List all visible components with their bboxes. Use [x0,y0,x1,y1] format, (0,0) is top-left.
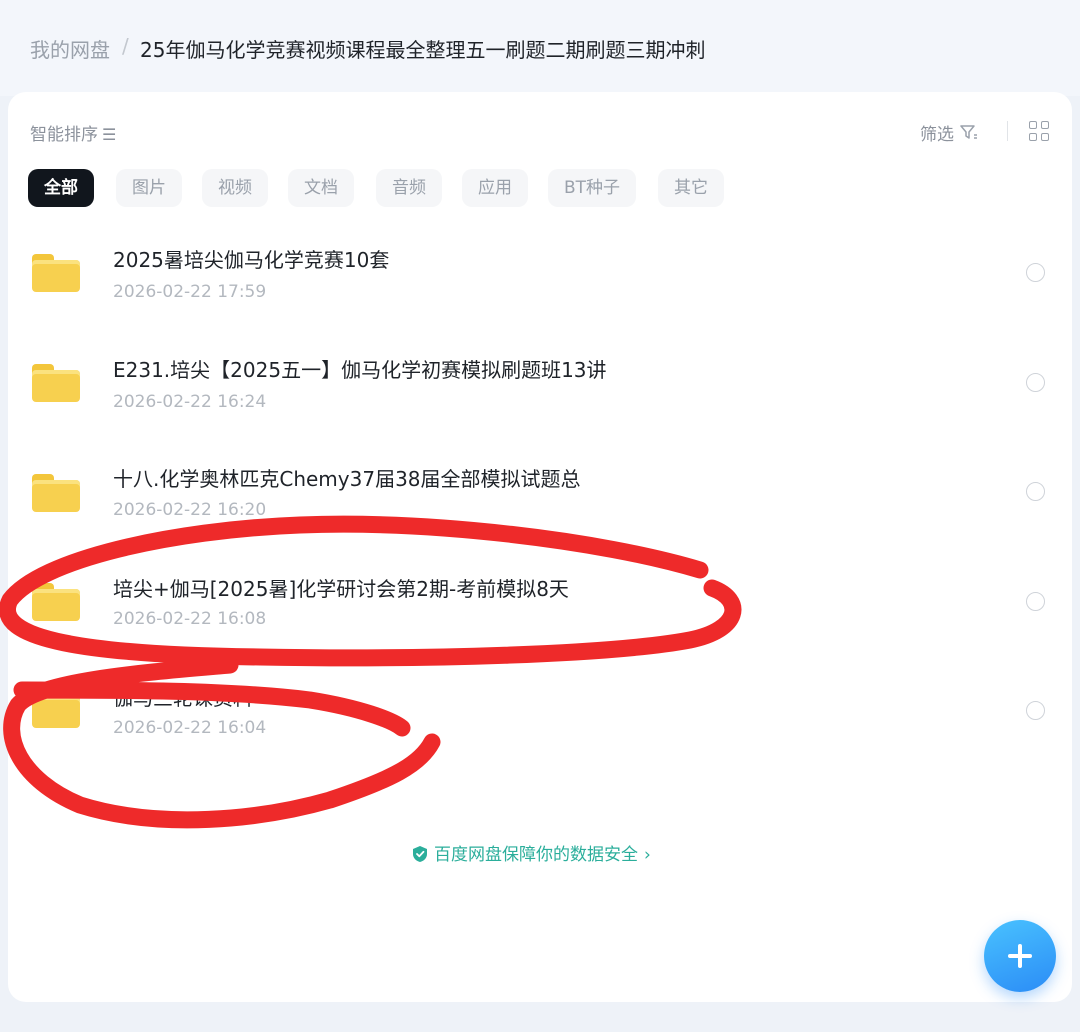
file-date: 2026-02-22 16:20 [113,500,267,520]
chevron-right-icon: › [644,845,651,865]
sort-label: 智能排序 [30,125,98,145]
tab-apps[interactable]: 应用 [462,169,528,207]
security-text: 百度网盘保障你的数据安全 [434,845,638,865]
file-date: 2026-02-22 17:59 [113,282,267,302]
folder-icon [32,583,80,621]
file-name: E231.培尖【2025五一】伽马化学初赛模拟刷题班13讲 [113,358,607,382]
folder-icon [32,364,80,402]
add-button[interactable] [984,920,1056,992]
file-name: 2025暑培尖伽马化学竞赛10套 [113,248,390,272]
file-row[interactable]: 2025暑培尖伽马化学竞赛10套 2026-02-22 17:59 [8,220,1072,328]
file-date: 2026-02-22 16:24 [113,392,267,412]
tab-images[interactable]: 图片 [116,169,182,207]
tab-others[interactable]: 其它 [658,169,724,207]
file-row[interactable]: E231.培尖【2025五一】伽马化学初赛模拟刷题班13讲 2026-02-22… [8,330,1072,438]
filter-icon [960,125,977,139]
select-radio[interactable] [1026,592,1045,611]
tab-documents[interactable]: 文档 [288,169,354,207]
breadcrumb-current: 25年伽马化学竞赛视频课程最全整理五一刷题二期刷题三期冲刺 [140,38,706,62]
filter-button[interactable]: 筛选 [920,120,978,145]
folder-icon [32,690,80,728]
file-date: 2026-02-22 16:08 [113,609,267,629]
select-radio[interactable] [1026,482,1045,501]
folder-icon [32,474,80,512]
select-radio[interactable] [1026,701,1045,720]
select-radio[interactable] [1026,373,1045,392]
filter-label: 筛选 [920,125,954,145]
folder-icon [32,254,80,292]
file-name: 十八.化学奥林匹克Chemy37届38届全部模拟试题总 [113,467,581,491]
file-name: 伽马三轮课资料 [113,686,253,710]
select-radio[interactable] [1026,263,1045,282]
tab-bt-torrents[interactable]: BT种子 [548,169,637,207]
sort-button[interactable]: 智能排序 ☰ [30,120,116,145]
file-row[interactable]: 培尖+伽马[2025暑]化学研讨会第2期-考前模拟8天 2026-02-22 1… [8,549,1072,657]
grid-view-icon[interactable] [1029,121,1051,143]
toolbar-divider [1007,121,1008,141]
file-row[interactable]: 十八.化学奥林匹克Chemy37届38届全部模拟试题总 2026-02-22 1… [8,440,1072,548]
breadcrumb-separator: / [122,34,129,58]
file-date: 2026-02-22 16:04 [113,718,267,738]
security-notice-link[interactable]: 百度网盘保障你的数据安全 › [412,840,651,865]
sort-icon: ☰ [102,125,117,144]
tab-videos[interactable]: 视频 [202,169,268,207]
shield-icon [413,846,427,862]
breadcrumb-root[interactable]: 我的网盘 [30,34,110,63]
file-name: 培尖+伽马[2025暑]化学研讨会第2期-考前模拟8天 [113,577,569,601]
tab-audio[interactable]: 音频 [376,169,442,207]
file-row[interactable]: 伽马三轮课资料 2026-02-22 16:04 [8,658,1072,766]
tab-all[interactable]: 全部 [28,169,94,207]
